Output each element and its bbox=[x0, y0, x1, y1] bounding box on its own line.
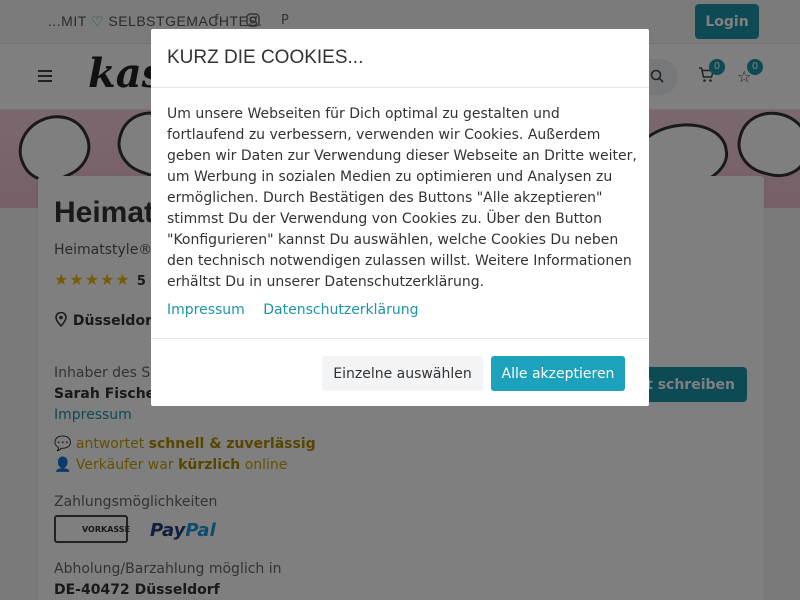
modal-body-text: Um unsere Webseiten für Dich optimal zu … bbox=[167, 106, 637, 290]
impressum-link[interactable]: Impressum bbox=[167, 302, 245, 318]
select-individual-button[interactable]: Einzelne auswählen bbox=[322, 356, 483, 391]
modal-header: KURZ DIE COOKIES... bbox=[151, 29, 649, 88]
modal-footer: Einzelne auswählen Alle akzeptieren bbox=[151, 338, 649, 406]
cookie-modal: KURZ DIE COOKIES... Um unsere Webseiten … bbox=[151, 29, 649, 406]
privacy-policy-link[interactable]: Datenschutzerklärung bbox=[263, 302, 418, 318]
modal-title: KURZ DIE COOKIES... bbox=[167, 47, 364, 68]
modal-links: Impressum Datenschutzerklärung bbox=[167, 302, 433, 318]
accept-all-button[interactable]: Alle akzeptieren bbox=[491, 356, 625, 391]
